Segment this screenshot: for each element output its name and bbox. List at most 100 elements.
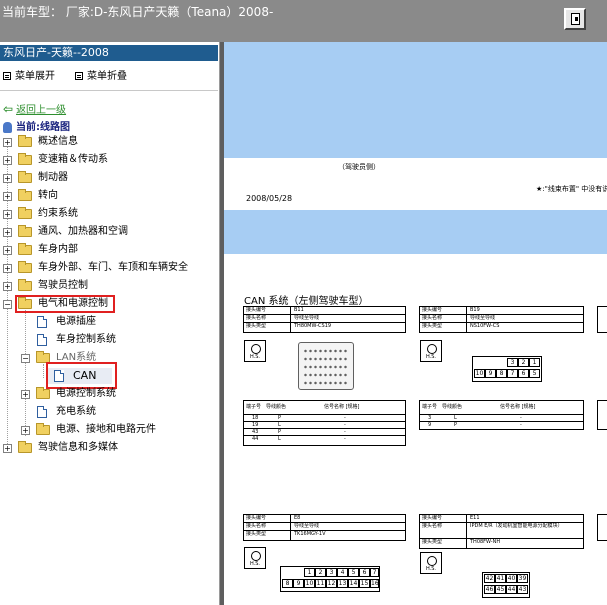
current-label: 当前:线路图	[16, 122, 70, 133]
back-arrow-icon: ⇦	[3, 101, 14, 116]
tree-item-exterior[interactable]: + 车身外部、车门、车顶和车辆安全	[0, 260, 218, 276]
tree-label: 电源插座	[56, 316, 96, 327]
navigation-panel: 东风日产-天籁--2008 菜单展开 菜单折叠 ⇦ 返回上一级 当前:线路图 + …	[0, 42, 220, 605]
section-title: CAN 系统（左侧驾驶车型）	[244, 296, 369, 307]
harness-note: ★:"线束布置" 中没有说明	[536, 185, 607, 193]
hs-badge: H.S.	[420, 552, 442, 574]
tree-label: 车身外部、车门、车顶和车辆安全	[38, 262, 188, 273]
selection-highlight-box	[46, 362, 117, 389]
expand-icon[interactable]: +	[3, 264, 12, 273]
expand-icon[interactable]: +	[3, 282, 12, 291]
expand-icon[interactable]: +	[3, 138, 12, 147]
tree-label: 充电系统	[56, 406, 96, 417]
panel-icon	[571, 13, 580, 25]
header-band	[224, 42, 607, 158]
document-icon	[37, 334, 47, 346]
tree-item-power-control[interactable]: + 电源控制系统	[0, 386, 218, 402]
tree-item-brakes[interactable]: + 制动器	[0, 170, 218, 186]
folder-icon	[18, 171, 32, 183]
hs-badge: H.S.	[244, 547, 266, 569]
connector-table-b19: 接头编号 B19 接头名称 导线至导线 接头类型 NS10FW-CS	[419, 306, 584, 333]
folder-icon	[36, 423, 50, 435]
folder-icon	[18, 225, 32, 237]
collapse-icon[interactable]: −	[3, 300, 12, 309]
vehicle-header: 东风日产-天籁--2008	[0, 45, 218, 61]
pin-grid-e11: 42 41 40 39 46 45 44 43	[482, 572, 530, 598]
tree-item-charging[interactable]: 充电系统	[0, 404, 218, 420]
menu-icon	[75, 72, 83, 80]
driver-side-label: （驾驶员侧）	[338, 163, 380, 171]
current-location: 当前:线路图	[3, 118, 70, 133]
expand-icon[interactable]: +	[3, 192, 12, 201]
document-icon	[37, 406, 47, 418]
tree-label: 约束系统	[38, 208, 78, 219]
tree-label: 车身控制系统	[56, 334, 116, 345]
pin-table-partial	[597, 400, 607, 430]
tree-label: 变速箱＆传动系	[38, 154, 108, 165]
pin-grid-e8: 1 2 3 4 5 6 7 8 9 10 11 12 13 14 15 16	[280, 566, 380, 592]
hs-badge: H.S.	[244, 340, 266, 362]
pin-grid-b19: 3 2 1 10 9 8 7 6 5	[472, 356, 542, 382]
folder-icon	[36, 387, 50, 399]
folder-icon	[18, 243, 32, 255]
document-viewer[interactable]: （驾驶员侧） ★:"线束布置" 中没有说明 2008/05/28 CAN 系统（…	[224, 42, 607, 605]
tree-label: 转向	[38, 190, 58, 201]
document-date: 2008/05/28	[246, 194, 293, 203]
expand-icon[interactable]: +	[3, 246, 12, 255]
tree-item-steering[interactable]: + 转向	[0, 188, 218, 204]
expand-icon[interactable]: +	[3, 174, 12, 183]
collapse-all-button[interactable]: 菜单折叠	[75, 67, 127, 82]
tree-item-power-outlet[interactable]: 电源插座	[0, 314, 218, 330]
back-label: 返回上一级	[16, 105, 67, 116]
toggle-panel-button[interactable]	[564, 8, 586, 30]
connector-diagram-b11	[298, 342, 354, 390]
expand-icon[interactable]: +	[3, 156, 12, 165]
collapse-all-label: 菜单折叠	[87, 71, 127, 82]
pin-table-b11: 端子号 导线颜色 信号名称 [规格] 18 P - 19 L - 43 P - 44 L -	[243, 400, 406, 446]
tree-item-hvac[interactable]: + 通风、加热器和空调	[0, 224, 218, 240]
expand-all-label: 菜单展开	[15, 71, 55, 82]
tree-label: 概述信息	[38, 136, 78, 147]
tree-item-overview[interactable]: + 概述信息	[0, 134, 218, 150]
expand-all-button[interactable]: 菜单展开	[3, 67, 55, 82]
tree-item-transmission[interactable]: + 变速箱＆传动系	[0, 152, 218, 168]
connector-table-partial	[597, 306, 607, 333]
folder-icon	[18, 189, 32, 201]
expand-icon[interactable]: +	[3, 210, 12, 219]
folder-icon	[18, 279, 32, 291]
tree-item-interior[interactable]: + 车身内部	[0, 242, 218, 258]
folder-icon	[18, 135, 32, 147]
tree-label: 制动器	[38, 172, 68, 183]
connector-table-e8: 接头编号 E8 接头名称 导线至导线 接头类型 TK16MGY-1V	[243, 514, 406, 541]
location-icon	[3, 121, 12, 133]
document-icon	[37, 316, 47, 328]
menu-icon	[3, 72, 11, 80]
tree-item-driver-controls[interactable]: + 驾驶员控制	[0, 278, 218, 294]
title-bar: 当前车型： 厂家:D-东风日产天籁（Teana）2008-	[0, 0, 607, 42]
tree-label: 电源、接地和电路元件	[56, 424, 156, 435]
connector-table-e11: 接头编号 E11 接头名称 IPDM E/R（发动机室智能电源分配模块） 接头类型 T…	[419, 514, 584, 549]
tree-label: 电源控制系统	[56, 388, 116, 399]
folder-icon	[18, 261, 32, 273]
tree-item-body-control[interactable]: 车身控制系统	[0, 332, 218, 348]
tree-item-info-media[interactable]: + 驾驶信息和多媒体	[0, 440, 218, 456]
tree-label: 驾驶员控制	[38, 280, 88, 291]
collapse-icon[interactable]: −	[21, 354, 30, 363]
folder-icon	[18, 153, 32, 165]
folder-icon	[18, 441, 32, 453]
tree-item-restraints[interactable]: + 约束系统	[0, 206, 218, 222]
tree-label: 驾驶信息和多媒体	[38, 442, 118, 453]
expand-icon[interactable]: +	[3, 228, 12, 237]
expand-icon[interactable]: +	[21, 426, 30, 435]
expand-icon[interactable]: +	[21, 390, 30, 399]
hs-badge: H.S.	[420, 340, 442, 362]
header-band-2	[224, 210, 607, 254]
tree-label: 通风、加热器和空调	[38, 226, 128, 237]
pin-table-b19: 端子号 导线颜色 信号名称 [规格] 3L- 9P-	[419, 400, 584, 430]
highlight-box	[15, 295, 115, 313]
tree-item-power-ground[interactable]: + 电源、接地和电路元件	[0, 422, 218, 438]
folder-icon	[18, 207, 32, 219]
connector-table-partial	[597, 514, 607, 541]
back-link[interactable]: ⇦ 返回上一级	[3, 101, 67, 117]
expand-icon[interactable]: +	[3, 444, 12, 453]
